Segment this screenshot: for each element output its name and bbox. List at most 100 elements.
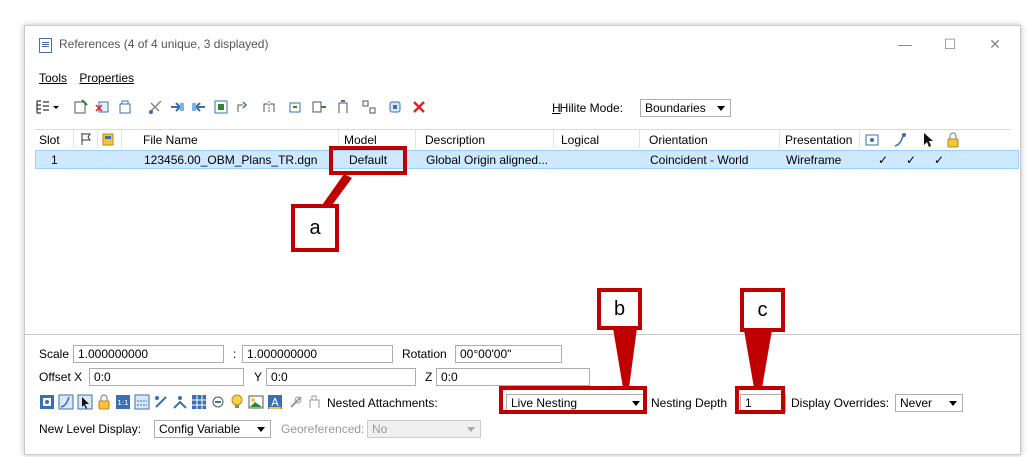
- light-bulb-icon[interactable]: [229, 394, 245, 410]
- column-model[interactable]: Model: [344, 133, 377, 147]
- references-app-icon: [39, 38, 52, 53]
- raster-icon[interactable]: [248, 394, 264, 410]
- rotate-reference-icon[interactable]: [235, 99, 251, 115]
- callout-a-label: a: [291, 204, 339, 252]
- copy-reference-icon[interactable]: [191, 99, 207, 115]
- table-row[interactable]: 1 123456.00_OBM_Plans_TR.dgn Default Glo…: [35, 150, 1019, 169]
- callout-c-pointer: [744, 330, 772, 388]
- mirror-horizontal-icon[interactable]: [261, 99, 277, 115]
- file-status-icon[interactable]: [101, 132, 115, 146]
- reload-reference-icon[interactable]: [117, 99, 133, 115]
- display-overrides-select[interactable]: Never: [895, 394, 963, 412]
- nested-attachments-icon: [309, 395, 320, 408]
- clip-back-icon[interactable]: [311, 99, 327, 115]
- clip-delete-icon[interactable]: [387, 99, 403, 115]
- offset-y-label: Y: [254, 370, 263, 384]
- column-description[interactable]: Description: [425, 133, 485, 147]
- dropdown-arrow-icon: [257, 427, 265, 432]
- snap-icon[interactable]: [893, 132, 909, 148]
- scale-line-styles-icon[interactable]: [134, 394, 150, 410]
- delete-close-icon[interactable]: [411, 99, 427, 115]
- snap-toggle-icon[interactable]: [58, 394, 74, 410]
- nested-attachments-label: Nested Attachments:: [327, 396, 438, 410]
- title-bar: References (4 of 4 unique, 3 displayed) …: [25, 26, 1020, 64]
- cell-locate-check[interactable]: ✓: [934, 153, 944, 167]
- treat-as-element-icon[interactable]: [210, 394, 226, 410]
- cell-slot: 1: [51, 153, 58, 167]
- move-reference-icon[interactable]: [169, 99, 185, 115]
- cell-orientation: Coincident - World: [650, 153, 749, 167]
- grid-display-icon[interactable]: [191, 394, 207, 410]
- global-lineweight-icon[interactable]: [172, 394, 188, 410]
- offset-x-input[interactable]: 0:0: [89, 368, 244, 386]
- cell-snap-check[interactable]: ✓: [906, 153, 916, 167]
- hilite-mode-select[interactable]: Boundaries: [640, 99, 731, 117]
- hilite-mode-label: HHilite Mode:: [552, 101, 624, 115]
- scale-master-input[interactable]: 1.000000000: [73, 345, 224, 363]
- offset-z-label: Z: [425, 370, 433, 384]
- callout-c-label: c: [740, 288, 785, 332]
- cell-display-check[interactable]: ✓: [878, 153, 888, 167]
- georeferenced-select: No: [367, 420, 481, 438]
- clip-mask-icon[interactable]: [361, 99, 377, 115]
- display-overrides-value: Never: [900, 396, 933, 410]
- close-button[interactable]: ✕: [985, 34, 1005, 54]
- offset-y-input[interactable]: 0:0: [266, 368, 416, 386]
- georeferenced-label: Georeferenced:: [281, 422, 365, 436]
- menu-properties[interactable]: Properties: [79, 71, 134, 85]
- offset-x-label: Offset X: [39, 370, 83, 384]
- column-file-name[interactable]: File Name: [143, 133, 198, 147]
- new-level-display-label: New Level Display:: [39, 422, 142, 436]
- cell-presentation: Wireframe: [786, 153, 842, 167]
- locate-toggle-icon[interactable]: [77, 394, 93, 410]
- detach-reference-icon[interactable]: [95, 99, 111, 115]
- panel-divider: [25, 334, 1020, 335]
- callout-c-highlight: [735, 386, 785, 414]
- clip-boundary-icon[interactable]: [147, 99, 163, 115]
- minimize-button[interactable]: —: [895, 34, 915, 54]
- references-toolbar: HHilite Mode: Boundaries: [35, 97, 1010, 119]
- scale-reference-input[interactable]: 1.000000000: [242, 345, 393, 363]
- clip-front-icon[interactable]: [335, 99, 351, 115]
- rotation-label: Rotation: [402, 347, 447, 361]
- column-slot[interactable]: Slot: [39, 133, 60, 147]
- georeferenced-value: No: [372, 422, 388, 436]
- callout-b-label: b: [597, 288, 642, 330]
- callout-b-highlight: [499, 386, 647, 414]
- tree-view-icon[interactable]: [35, 99, 51, 115]
- maximize-button[interactable]: ☐: [940, 34, 960, 54]
- menu-tools[interactable]: Tools: [39, 71, 67, 85]
- dropdown-arrow-icon: [467, 427, 475, 432]
- references-table-header: Slot File Name Model Description Logical…: [35, 129, 1010, 151]
- scale-separator: :: [233, 347, 237, 361]
- column-presentation[interactable]: Presentation: [785, 133, 852, 147]
- offset-z-input[interactable]: 0:0: [436, 368, 590, 386]
- lock-icon[interactable]: [945, 132, 961, 148]
- ignore-attachment-icon[interactable]: [153, 394, 169, 410]
- column-logical[interactable]: Logical: [561, 133, 599, 147]
- lock-toggle-icon[interactable]: [96, 394, 112, 410]
- column-orientation[interactable]: Orientation: [649, 133, 708, 147]
- display-icon[interactable]: [865, 133, 879, 147]
- svg-text:1:1: 1:1: [117, 399, 128, 407]
- flag-icon[interactable]: [79, 132, 93, 146]
- locate-cursor-icon[interactable]: [921, 132, 935, 148]
- attach-reference-icon[interactable]: [73, 99, 89, 115]
- cell-file-name: 123456.00_OBM_Plans_TR.dgn: [144, 153, 318, 167]
- window-title: References (4 of 4 unique, 3 displayed): [59, 37, 269, 51]
- annotation-icon[interactable]: A: [267, 394, 283, 410]
- rotation-input[interactable]: 00°00'00": [455, 345, 562, 363]
- chevron-down-icon[interactable]: [51, 99, 61, 115]
- menu-bar: Tools Properties: [39, 71, 143, 89]
- new-level-display-select[interactable]: Config Variable: [154, 420, 271, 438]
- scale-reference-icon[interactable]: [213, 99, 229, 115]
- true-scale-icon[interactable]: 1:1: [115, 394, 131, 410]
- display-overrides-label: Display Overrides:: [791, 396, 890, 410]
- callout-b-pointer: [613, 328, 637, 388]
- scale-label: Scale: [39, 347, 70, 361]
- hilite-mode-text: Hilite Mode:: [559, 101, 624, 115]
- display-toggle-icon[interactable]: [39, 394, 55, 410]
- new-level-display-value: Config Variable: [159, 422, 241, 436]
- use-lights-icon[interactable]: [288, 394, 304, 410]
- mirror-vertical-icon[interactable]: [287, 99, 303, 115]
